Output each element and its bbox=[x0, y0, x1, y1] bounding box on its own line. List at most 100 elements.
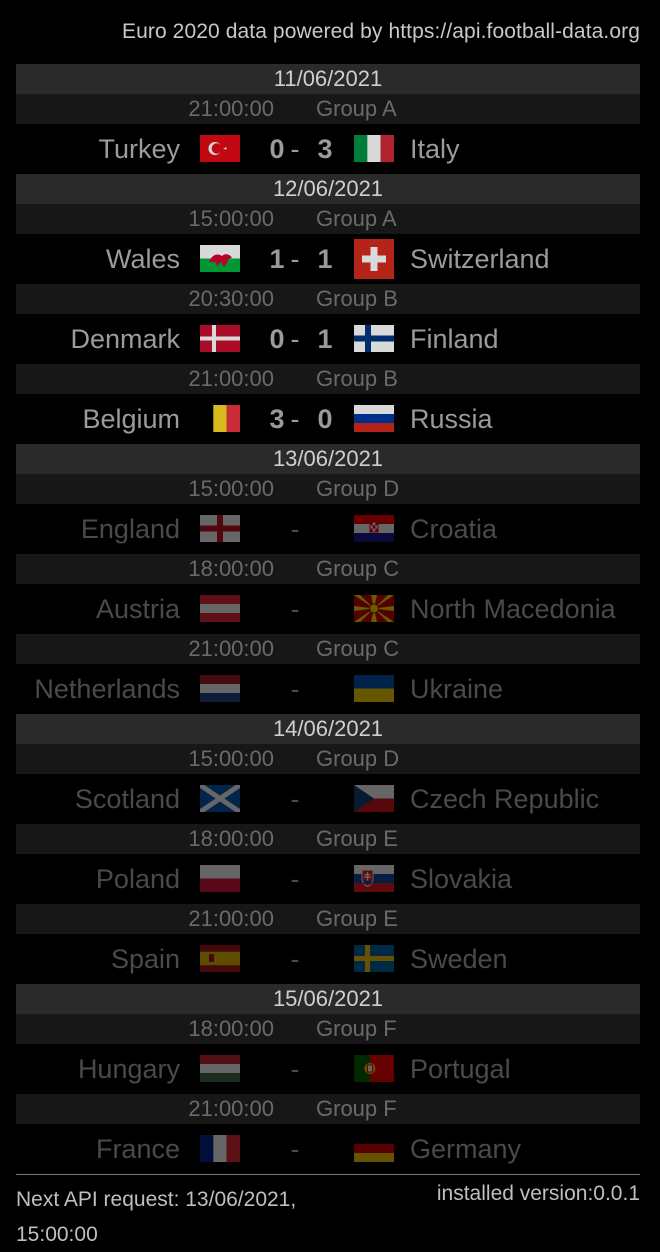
portugal-flag-icon bbox=[354, 1055, 394, 1082]
finland-flag-icon bbox=[354, 325, 394, 352]
away-team-name: Czech Republic bbox=[410, 784, 600, 814]
match-meta-row: 21:00:00 Group E bbox=[16, 904, 640, 934]
wales-flag-icon bbox=[200, 245, 240, 272]
home-team-name: Poland bbox=[95, 864, 180, 894]
away-team-name: Portugal bbox=[410, 1054, 511, 1084]
away-team-name: Ukraine bbox=[410, 674, 504, 704]
match-date-header: 15/06/2021 bbox=[16, 984, 640, 1014]
ukraine-flag-icon bbox=[354, 675, 394, 702]
match-row: Austria - North Macedonia bbox=[16, 584, 640, 634]
match-date-header: 14/06/2021 bbox=[16, 714, 640, 744]
match-meta-row: 18:00:00 Group E bbox=[16, 824, 640, 854]
match-meta-row: 20:30:00 Group B bbox=[16, 284, 640, 314]
match-row: Netherlands - Ukraine bbox=[16, 664, 640, 714]
home-team-name: Wales bbox=[105, 244, 180, 274]
home-team-name: Spain bbox=[110, 944, 180, 974]
match-meta-row: 21:00:00 Group B bbox=[16, 364, 640, 394]
kickoff-time: 21:00:00 bbox=[188, 1096, 274, 1121]
france-flag-icon bbox=[200, 1135, 240, 1162]
match-row: Poland - Slovakia bbox=[16, 854, 640, 904]
group-label: Group F bbox=[316, 1096, 397, 1121]
denmark-flag-icon bbox=[200, 325, 240, 352]
away-team-name: Croatia bbox=[410, 514, 498, 544]
kickoff-time: 15:00:00 bbox=[188, 206, 274, 231]
away-team-name: Sweden bbox=[410, 944, 508, 974]
match-meta-row: 15:00:00 Group D bbox=[16, 744, 640, 774]
match-date-header: 13/06/2021 bbox=[16, 444, 640, 474]
score-separator: - bbox=[290, 944, 300, 974]
euro2020-module: Euro 2020 data powered by https://api.fo… bbox=[0, 0, 660, 1250]
russia-flag-icon bbox=[354, 405, 394, 432]
home-team-name: Turkey bbox=[98, 134, 180, 164]
match-meta-row: 18:00:00 Group F bbox=[16, 1014, 640, 1044]
home-team-name: Netherlands bbox=[34, 674, 180, 704]
away-team-name: Germany bbox=[410, 1134, 522, 1164]
group-label: Group A bbox=[316, 206, 397, 231]
germany-flag-icon bbox=[354, 1135, 394, 1162]
match-row: England - Croatia bbox=[16, 504, 640, 554]
match-row: Hungary - Portugal bbox=[16, 1044, 640, 1094]
match-meta-row: 18:00:00 Group C bbox=[16, 554, 640, 584]
away-score: 1 bbox=[317, 244, 333, 274]
score-separator: - bbox=[290, 864, 300, 894]
away-score: 3 bbox=[317, 134, 333, 164]
kickoff-time: 15:00:00 bbox=[188, 746, 274, 771]
belgium-flag-icon bbox=[200, 405, 240, 432]
match-row: Scotland - Czech Republic bbox=[16, 774, 640, 824]
home-team-name: Scotland bbox=[74, 784, 180, 814]
kickoff-time: 18:00:00 bbox=[188, 1016, 274, 1041]
match-schedule: 11/06/2021 21:00:00 Group A Turkey 0-3 Italy 1… bbox=[16, 64, 640, 1174]
group-label: Group B bbox=[316, 366, 398, 391]
switzerland-flag-icon bbox=[354, 239, 394, 279]
match-date-header: 11/06/2021 bbox=[16, 64, 640, 94]
away-team-name: Italy bbox=[410, 134, 460, 164]
hungary-flag-icon bbox=[200, 1055, 240, 1082]
group-label: Group F bbox=[316, 1016, 397, 1041]
group-label: Group E bbox=[316, 826, 398, 851]
match-meta-row: 15:00:00 Group A bbox=[16, 204, 640, 234]
home-team-name: England bbox=[80, 514, 180, 544]
kickoff-time: 21:00:00 bbox=[188, 906, 274, 931]
scotland-flag-icon bbox=[200, 785, 240, 812]
kickoff-time: 18:00:00 bbox=[188, 556, 274, 581]
netherlands-flag-icon bbox=[200, 675, 240, 702]
away-team-name: Switzerland bbox=[410, 244, 550, 274]
score-separator: - bbox=[290, 1134, 300, 1164]
match-row: Wales 1-1 Switzerland bbox=[16, 234, 640, 284]
croatia-flag-icon bbox=[354, 515, 394, 542]
match-row: Denmark 0-1 Finland bbox=[16, 314, 640, 364]
score-separator: - bbox=[290, 674, 300, 704]
sweden-flag-icon bbox=[354, 945, 394, 972]
score-separator: - bbox=[290, 1054, 300, 1084]
away-team-name: Russia bbox=[410, 404, 493, 434]
group-label: Group A bbox=[316, 96, 397, 121]
kickoff-time: 15:00:00 bbox=[188, 476, 274, 501]
match-row: Spain - Sweden bbox=[16, 934, 640, 984]
group-label: Group D bbox=[316, 746, 400, 771]
north-macedonia-flag-icon bbox=[354, 595, 394, 622]
match-date-header: 12/06/2021 bbox=[16, 174, 640, 204]
kickoff-time: 18:00:00 bbox=[188, 826, 274, 851]
footer-divider bbox=[16, 1174, 640, 1175]
match-row: Belgium 3-0 Russia bbox=[16, 394, 640, 444]
score-separator: - bbox=[290, 404, 300, 434]
kickoff-time: 21:00:00 bbox=[188, 366, 274, 391]
match-meta-row: 21:00:00 Group F bbox=[16, 1094, 640, 1124]
score-separator: - bbox=[290, 784, 300, 814]
away-team-name: North Macedonia bbox=[410, 594, 616, 624]
away-score: 0 bbox=[317, 404, 333, 434]
home-team-name: Austria bbox=[95, 594, 180, 624]
away-score: 1 bbox=[317, 324, 333, 354]
home-team-name: France bbox=[95, 1134, 180, 1164]
match-row: France - Germany bbox=[16, 1124, 640, 1174]
match-meta-row: 21:00:00 Group C bbox=[16, 634, 640, 664]
group-label: Group B bbox=[316, 286, 398, 311]
match-row: Turkey 0-3 Italy bbox=[16, 124, 640, 174]
slovakia-flag-icon bbox=[354, 865, 394, 892]
austria-flag-icon bbox=[200, 595, 240, 622]
match-meta-row: 21:00:00 Group A bbox=[16, 94, 640, 124]
data-credit: Euro 2020 data powered by https://api.fo… bbox=[121, 20, 640, 43]
kickoff-time: 21:00:00 bbox=[188, 96, 274, 121]
poland-flag-icon bbox=[200, 865, 240, 892]
score-separator: - bbox=[290, 134, 300, 164]
